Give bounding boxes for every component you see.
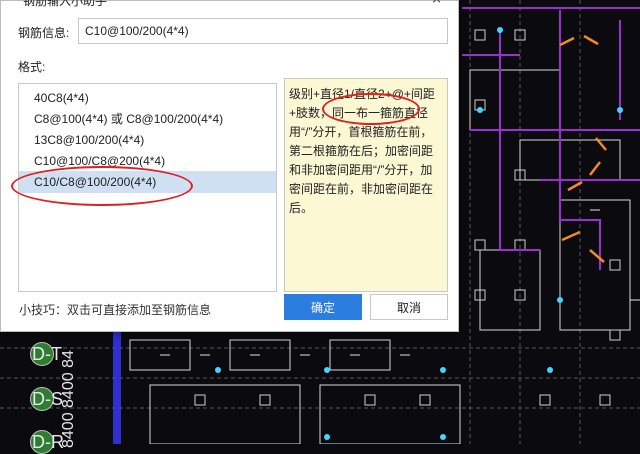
tip-text: 小技巧：双击可直接添加至钢筋信息: [19, 303, 212, 317]
rebar-info-label: 钢筋信息:: [18, 26, 70, 40]
annotation-ellipse-desc: [322, 93, 420, 125]
dimension-text: 8400 8400 84: [60, 350, 77, 448]
rebar-info-input[interactable]: C10@100/200(4*4): [78, 18, 448, 44]
format-label: 格式:: [18, 60, 46, 74]
dialog-title: 钢筋输入小助手: [23, 0, 108, 8]
ok-button[interactable]: 确定: [284, 294, 362, 320]
dialog-titlebar[interactable]: 钢筋输入小助手 ×: [1, 0, 458, 9]
cancel-button[interactable]: 取消: [370, 294, 448, 320]
axis-label-dt: D-T: [32, 344, 62, 364]
close-icon[interactable]: ×: [431, 0, 442, 7]
rebar-input-helper-dialog: 钢筋输入小助手 × 钢筋信息: C10@100/200(4*4) 格式: 40C…: [0, 0, 459, 332]
axis-label-ds: D-S: [32, 389, 63, 409]
format-item[interactable]: 13C8@100/200(4*4): [19, 129, 276, 151]
format-item[interactable]: C8@100(4*4) 或 C8@100/200(4*4): [19, 108, 276, 130]
format-item[interactable]: 40C8(4*4): [19, 87, 276, 109]
annotation-ellipse-list: [11, 166, 193, 206]
